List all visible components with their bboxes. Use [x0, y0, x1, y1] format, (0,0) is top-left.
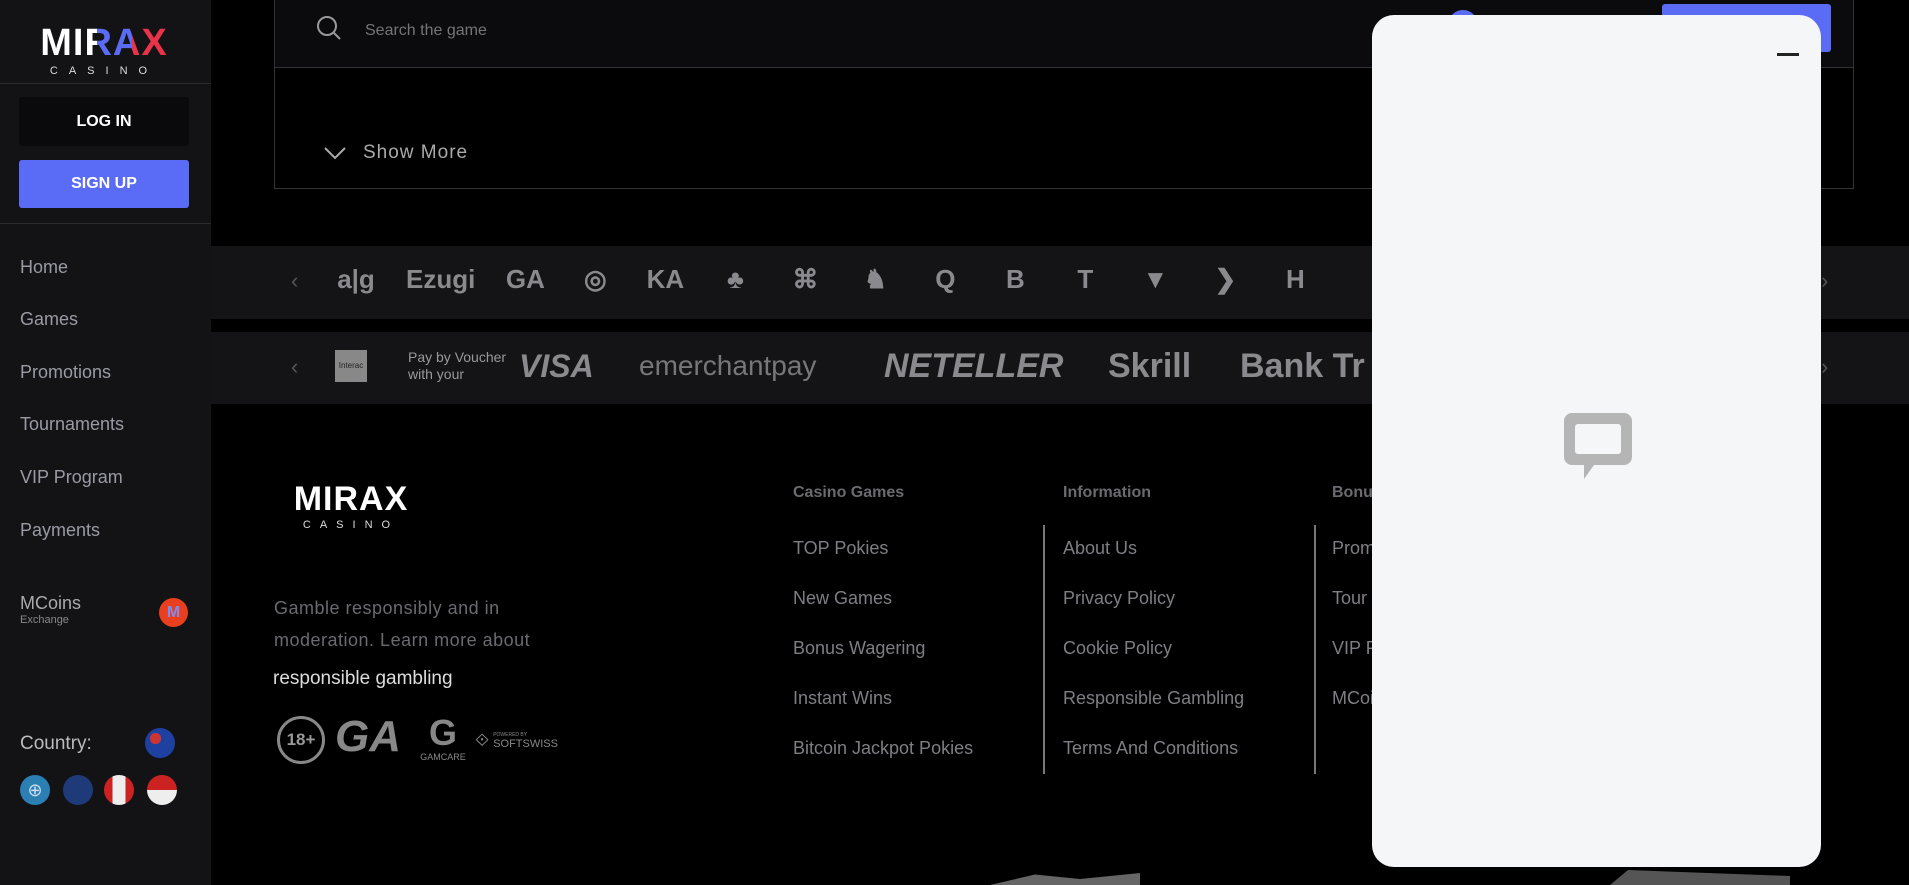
- sidebar-item-games[interactable]: Games: [20, 309, 78, 330]
- sidebar: MIRAX CASINO LOG IN SIGN UP Home Games P…: [0, 0, 211, 885]
- provider-logo[interactable]: ⌘: [785, 264, 825, 295]
- gamcare-badge: G GAMCARE: [420, 712, 466, 763]
- footer-link[interactable]: About Us: [1063, 538, 1137, 559]
- show-more-button[interactable]: Show More: [323, 142, 468, 164]
- provider-logo[interactable]: ♣: [715, 264, 755, 295]
- sidebar-item-promotions[interactable]: Promotions: [20, 362, 111, 383]
- flag-australia[interactable]: [63, 775, 93, 805]
- footer-column-title: Bonu: [1332, 484, 1373, 501]
- sidebar-item-tournaments[interactable]: Tournaments: [20, 414, 124, 435]
- footer-link[interactable]: Prom: [1332, 538, 1375, 559]
- sidebar-item-payments[interactable]: Payments: [20, 520, 100, 541]
- neteller-logo: NETELLER: [884, 347, 1064, 385]
- login-button[interactable]: LOG IN: [19, 97, 189, 146]
- footer-link[interactable]: VIP P: [1332, 638, 1378, 659]
- footer-column-title: Information: [1063, 484, 1151, 501]
- emerchantpay-logo: emerchantpay: [639, 350, 817, 381]
- provider-logo[interactable]: ▼: [1135, 264, 1175, 295]
- visa-logo: VISA: [519, 348, 594, 384]
- livechat-icon: [1564, 413, 1632, 479]
- signup-button[interactable]: SIGN UP: [19, 160, 189, 208]
- footer-link[interactable]: Bonus Wagering: [793, 638, 925, 659]
- footer-link[interactable]: MCoi: [1332, 688, 1374, 709]
- skrill-logo: Skrill: [1108, 347, 1192, 385]
- provider-logo[interactable]: KA: [645, 264, 685, 295]
- voucher-text: Pay by Voucher with your: [408, 349, 507, 382]
- provider-logo[interactable]: Ezugi: [406, 264, 475, 295]
- sidebar-item-vip[interactable]: VIP Program: [20, 467, 123, 488]
- age-18-badge: 18+: [277, 716, 325, 764]
- next-arrow-icon[interactable]: ›: [1821, 354, 1828, 380]
- sidebar-item-home[interactable]: Home: [20, 257, 68, 278]
- prev-arrow-icon[interactable]: ‹: [291, 268, 298, 294]
- flag-canada[interactable]: [104, 775, 134, 805]
- provider-logo[interactable]: a|g: [336, 264, 376, 295]
- footer-link[interactable]: New Games: [793, 588, 892, 609]
- mirax-logo[interactable]: MIRAX CASINO: [34, 22, 174, 77]
- footer-column-title: Casino Games: [793, 484, 905, 501]
- search-input[interactable]: [365, 16, 765, 46]
- footer-link[interactable]: TOP Pokies: [793, 538, 888, 559]
- approved-logo: [1610, 870, 1790, 885]
- interac-logo: Interac: [335, 350, 367, 382]
- footer-link[interactable]: Tour: [1332, 588, 1367, 609]
- responsible-gambling-link[interactable]: responsible gambling: [273, 668, 453, 690]
- license-logo: [990, 873, 1140, 885]
- flag-new-zealand-selected[interactable]: [145, 728, 175, 758]
- footer-link[interactable]: Bitcoin Jackpot Pokies: [793, 738, 973, 759]
- globe-icon[interactable]: ⊕: [20, 775, 50, 805]
- footer-link[interactable]: Responsible Gambling: [1063, 688, 1244, 709]
- provider-logo[interactable]: GA: [505, 264, 545, 295]
- divider: [1314, 525, 1316, 774]
- prev-arrow-icon[interactable]: ‹: [291, 354, 298, 380]
- provider-logo[interactable]: ◎: [575, 264, 615, 295]
- footer-link[interactable]: Cookie Policy: [1063, 638, 1172, 659]
- mcoins-exchange[interactable]: MCoins Exchange: [20, 593, 81, 626]
- softswiss-badge: ⟐ POWERED BY SOFTSWISS: [475, 730, 558, 750]
- provider-logo[interactable]: H: [1275, 264, 1315, 295]
- provider-logo[interactable]: ❯: [1205, 264, 1245, 295]
- divider: [1043, 525, 1045, 774]
- provider-logo[interactable]: B: [995, 264, 1035, 295]
- divider: [0, 83, 211, 84]
- country-label: Country:: [20, 733, 92, 754]
- provider-logo[interactable]: Q: [925, 264, 965, 295]
- divider: [0, 223, 211, 224]
- provider-logo[interactable]: ♞: [855, 264, 895, 295]
- footer-link[interactable]: Instant Wins: [793, 688, 892, 709]
- flag-canada-french[interactable]: [147, 775, 177, 805]
- provider-logo[interactable]: T: [1065, 264, 1105, 295]
- responsible-text: Gamble responsibly and in moderation. Le…: [274, 598, 531, 650]
- footer-logo[interactable]: MIRAX CASINO: [284, 480, 418, 531]
- footer-link[interactable]: Privacy Policy: [1063, 588, 1175, 609]
- footer-link[interactable]: Terms And Conditions: [1063, 738, 1238, 759]
- minimize-icon[interactable]: [1777, 53, 1799, 56]
- next-arrow-icon[interactable]: ›: [1821, 268, 1828, 294]
- gambling-authority-badge: GA: [335, 712, 401, 761]
- mcoins-icon: M: [159, 598, 188, 627]
- chevron-down-icon: [324, 147, 346, 160]
- search-icon: [317, 16, 341, 40]
- livechat-window[interactable]: [1372, 15, 1821, 867]
- bank-transfer-logo: Bank Tr: [1240, 347, 1365, 385]
